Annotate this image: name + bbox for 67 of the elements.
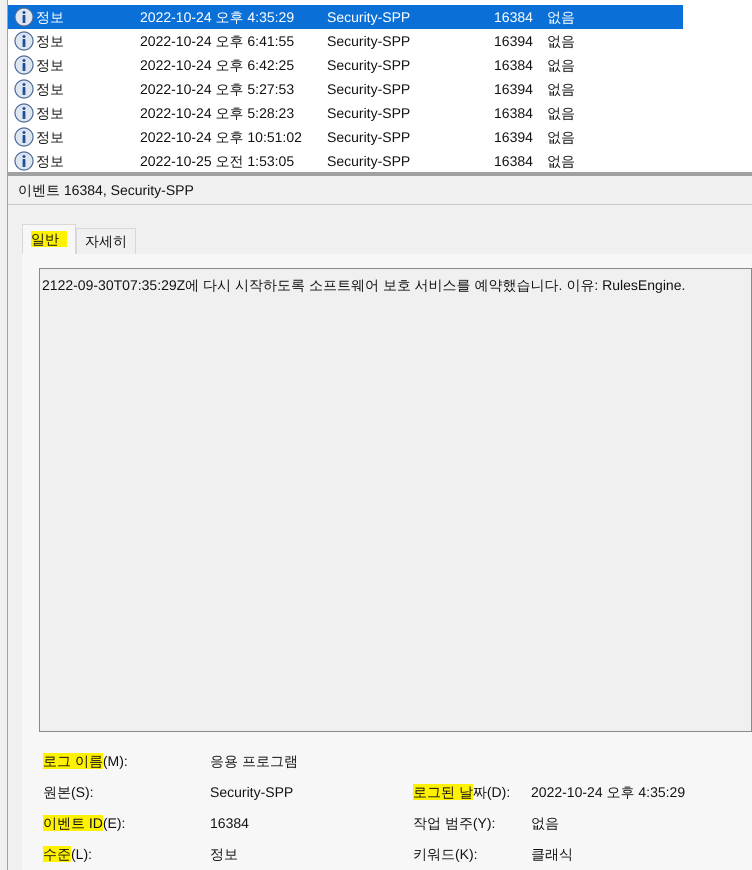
field-label: 이벤트 ID(E): xyxy=(43,815,126,831)
field-value: 없음 xyxy=(531,814,559,833)
date-cell-text: 2022-10-24 오후 5:27:53 xyxy=(140,80,296,98)
event-id-cell-text: 16384 xyxy=(494,104,534,122)
info-icon xyxy=(14,103,34,123)
field-value: 응용 프로그램 xyxy=(210,752,298,771)
event-row[interactable]: 정보 2022-10-24 오후 5:27:53 Security-SPP 16394 없음 xyxy=(8,77,683,101)
category-cell-text: 없음 xyxy=(547,152,575,170)
field-label: 원본(S): xyxy=(43,784,94,800)
date-cell-text: 2022-10-24 오후 4:35:29 xyxy=(140,8,296,26)
field-value: 2022-10-24 오후 4:35:29 xyxy=(531,783,686,802)
source-cell-text: Security-SPP xyxy=(327,80,412,99)
info-icon xyxy=(14,7,34,27)
source-cell-text: Security-SPP xyxy=(327,104,412,123)
field-label: 키워드(K): xyxy=(413,846,478,862)
info-icon xyxy=(14,31,34,51)
event-row[interactable]: 정보 2022-10-24 오후 10:51:02 Security-SPP 16394 없음 xyxy=(8,125,683,149)
date-cell-text: 2022-10-24 오후 6:41:55 xyxy=(140,32,296,50)
date-cell-text: 2022-10-24 오후 5:28:23 xyxy=(140,104,296,122)
event-id-cell-text: 16394 xyxy=(494,80,534,98)
event-id-cell-text: 16394 xyxy=(494,128,534,146)
source-cell-text: Security-SPP xyxy=(327,8,412,27)
field-value: Security-SPP xyxy=(210,783,294,802)
level-cell-text: 정보 xyxy=(35,56,65,74)
source-cell-text: Security-SPP xyxy=(327,152,412,171)
level-cell-text: 정보 xyxy=(35,128,65,146)
category-cell-text: 없음 xyxy=(547,128,575,146)
category-cell-text: 없음 xyxy=(547,56,575,74)
field-label: 작업 범주(Y): xyxy=(413,815,496,831)
category-cell-text: 없음 xyxy=(547,80,575,98)
event-id-cell-text: 16384 xyxy=(494,152,534,170)
field-value: 정보 xyxy=(210,845,238,864)
info-icon xyxy=(14,151,34,171)
tab[interactable]: 일반 xyxy=(22,224,76,254)
event-id-cell-text: 16384 xyxy=(494,8,534,26)
info-icon xyxy=(14,79,34,99)
event-row[interactable]: 정보 2022-10-24 오후 6:42:25 Security-SPP 16384 없음 xyxy=(8,53,683,77)
field-value: 16384 xyxy=(210,814,249,833)
level-cell-text: 정보 xyxy=(35,80,65,98)
event-row[interactable]: 정보 2022-10-25 오전 1:53:05 Security-SPP 16384 없음 xyxy=(8,149,683,173)
date-cell-text: 2022-10-24 오후 6:42:25 xyxy=(140,56,296,74)
level-cell-text: 정보 xyxy=(35,152,65,170)
level-cell-text: 정보 xyxy=(35,32,65,50)
category-cell-text: 없음 xyxy=(547,8,575,26)
event-title: 이벤트 16384, Security-SPP xyxy=(18,180,194,200)
date-cell-text: 2022-10-25 오전 1:53:05 xyxy=(140,152,296,170)
source-cell-text: Security-SPP xyxy=(327,56,412,75)
event-message: 2122-09-30T07:35:29Z에 다시 시작하도록 소프트웨어 보호 서비스를 예약했습니다. 이유: RulesEngine. xyxy=(42,277,686,293)
info-icon xyxy=(14,55,34,75)
level-cell-text: 정보 xyxy=(35,104,65,122)
field-label: 수준(L): xyxy=(43,846,92,862)
event-row[interactable]: 정보 2022-10-24 오후 4:35:29 Security-SPP 16384 없음 xyxy=(8,5,683,29)
event-row[interactable]: 정보 2022-10-24 오후 5:28:23 Security-SPP 16384 없음 xyxy=(8,101,683,125)
event-id-cell-text: 16394 xyxy=(494,32,534,50)
info-icon xyxy=(14,127,34,147)
tab[interactable]: 자세히 xyxy=(76,228,136,254)
event-id-cell-text: 16384 xyxy=(494,56,534,74)
source-cell-text: Security-SPP xyxy=(327,32,412,51)
category-cell-text: 없음 xyxy=(547,104,575,122)
event-row[interactable]: 정보 2022-10-24 오후 6:41:55 Security-SPP 16394 없음 xyxy=(8,29,683,53)
field-label: 로그된 날짜(D): xyxy=(413,784,510,800)
source-cell-text: Security-SPP xyxy=(327,128,412,147)
level-cell-text: 정보 xyxy=(35,8,65,26)
date-cell-text: 2022-10-24 오후 10:51:02 xyxy=(140,128,303,146)
field-value: 클래식 xyxy=(531,845,573,864)
field-label: 로그 이름(M): xyxy=(43,753,128,769)
category-cell-text: 없음 xyxy=(547,32,575,50)
